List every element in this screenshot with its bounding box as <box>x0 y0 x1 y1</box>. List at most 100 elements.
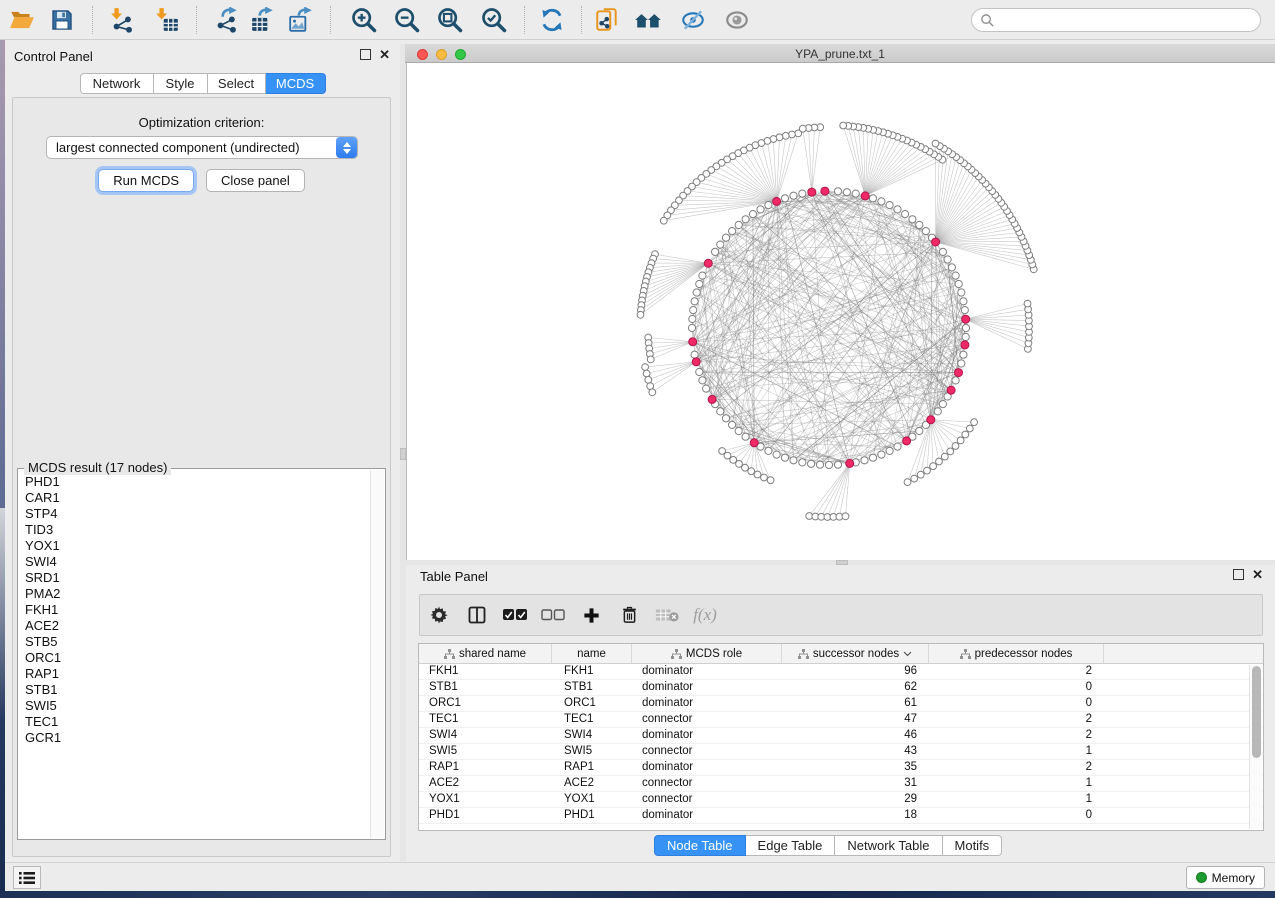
table-row[interactable]: ACE2ACE2connector311 <box>419 776 1263 792</box>
mcds-list-item[interactable]: TID3 <box>19 522 370 538</box>
show-graphics-details-button[interactable] <box>722 5 752 35</box>
mcds-list-item[interactable]: CAR1 <box>19 490 370 506</box>
tab-style[interactable]: Style <box>154 73 208 94</box>
column-header[interactable]: shared name <box>419 644 552 663</box>
open-session-button[interactable] <box>7 5 37 35</box>
eye-icon <box>723 7 751 33</box>
mcds-list-item[interactable]: PMA2 <box>19 586 370 602</box>
column-header[interactable]: successor nodes <box>782 644 929 663</box>
table-row[interactable]: FKH1FKH1dominator962 <box>419 664 1263 680</box>
table-row[interactable]: PHD1PHD1dominator180 <box>419 808 1263 824</box>
float-panel-icon[interactable] <box>360 49 371 60</box>
network-window-titlebar[interactable]: YPA_prune.txt_1 <box>405 44 1275 63</box>
delete-columns-button[interactable] <box>610 605 648 625</box>
table-scrollbar-thumb[interactable] <box>1252 666 1261 758</box>
mcds-result-list[interactable]: PHD1CAR1STP4TID3YOX1SWI4SRD1PMA2FKH1ACE2… <box>19 474 370 838</box>
export-network-button[interactable] <box>212 5 242 35</box>
table-cell: 61 <box>782 696 929 711</box>
zoom-in-button[interactable] <box>349 5 379 35</box>
zoom-selected-button[interactable] <box>479 5 509 35</box>
hide-graphics-details-button[interactable] <box>678 5 708 35</box>
table-cell: SWI4 <box>419 728 552 743</box>
export-table-button[interactable] <box>248 5 278 35</box>
homes-button[interactable] <box>634 5 664 35</box>
tab-network-table[interactable]: Network Table <box>835 835 942 856</box>
mcds-list-item[interactable]: STB1 <box>19 682 370 698</box>
table-row[interactable]: RAP1RAP1dominator352 <box>419 760 1263 776</box>
deselect-all-button[interactable] <box>534 609 572 621</box>
split-panel-button[interactable] <box>458 605 496 625</box>
table-cell: 46 <box>782 728 929 743</box>
table-row[interactable]: YOX1YOX1connector291 <box>419 792 1263 808</box>
function-builder-button[interactable]: f(x) <box>686 605 724 625</box>
mcds-list-item[interactable]: STP4 <box>19 506 370 522</box>
import-network-button[interactable] <box>107 5 137 35</box>
select-all-button[interactable] <box>496 608 534 622</box>
zoom-out-button[interactable] <box>392 5 422 35</box>
network-view-canvas[interactable] <box>406 63 1275 560</box>
close-table-panel-icon[interactable]: ✕ <box>1252 569 1263 580</box>
table-panel-title: Table Panel <box>420 569 488 584</box>
dropdown-stepper-icon <box>336 137 357 158</box>
table-row[interactable]: SWI5SWI5connector431 <box>419 744 1263 760</box>
mcds-list-item[interactable]: GCR1 <box>19 730 370 746</box>
optimization-criterion-dropdown[interactable]: largest connected component (undirected) <box>46 136 358 159</box>
table-cell: connector <box>632 792 782 807</box>
column-header[interactable]: name <box>552 644 632 663</box>
zoom-fit-button[interactable] <box>435 5 465 35</box>
export-image-button[interactable] <box>286 5 316 35</box>
mcds-list-item[interactable]: YOX1 <box>19 538 370 554</box>
mcds-list-item[interactable]: SWI4 <box>19 554 370 570</box>
mcds-list-item[interactable]: RAP1 <box>19 666 370 682</box>
task-history-button[interactable] <box>13 866 41 889</box>
mcds-list-item[interactable]: ACE2 <box>19 618 370 634</box>
tab-select[interactable]: Select <box>208 73 266 94</box>
unchecked-boxes-icon <box>541 609 565 621</box>
search-field[interactable] <box>971 8 1261 32</box>
shared-column-icon <box>671 649 682 659</box>
table-cell: 96 <box>782 664 929 679</box>
network-from-file-button[interactable] <box>592 5 622 35</box>
table-row[interactable]: TEC1TEC1connector472 <box>419 712 1263 728</box>
column-header-label: predecessor nodes <box>975 648 1073 660</box>
tab-motifs[interactable]: Motifs <box>943 835 1003 856</box>
mcds-list-item[interactable]: PHD1 <box>19 474 370 490</box>
mcds-list-item[interactable]: FKH1 <box>19 602 370 618</box>
node-table[interactable]: shared namenameMCDS rolesuccessor nodes p… <box>418 643 1264 831</box>
close-panel-button[interactable]: Close panel <box>206 169 305 192</box>
close-panel-icon[interactable]: ✕ <box>379 49 390 60</box>
add-column-button[interactable] <box>572 606 610 625</box>
tab-edge-table[interactable]: Edge Table <box>746 835 836 856</box>
delete-table-button[interactable] <box>648 607 686 623</box>
table-cell: dominator <box>632 808 782 823</box>
tab-node-table[interactable]: Node Table <box>654 835 746 856</box>
import-table-button[interactable] <box>152 5 182 35</box>
table-row[interactable]: SWI4SWI4dominator462 <box>419 728 1263 744</box>
memory-button[interactable]: Memory <box>1186 866 1265 889</box>
table-row[interactable]: STB1STB1dominator620 <box>419 680 1263 696</box>
column-header[interactable]: predecessor nodes <box>929 644 1104 663</box>
mcds-list-item[interactable]: STB5 <box>19 634 370 650</box>
tab-mcds[interactable]: MCDS <box>266 73 326 94</box>
mcds-list-item[interactable]: SRD1 <box>19 570 370 586</box>
mcds-list-item[interactable]: TEC1 <box>19 714 370 730</box>
node-table-header: shared namenameMCDS rolesuccessor nodes p… <box>419 644 1263 664</box>
table-row[interactable]: ORC1ORC1dominator610 <box>419 696 1263 712</box>
table-settings-button[interactable] <box>420 605 458 625</box>
run-mcds-button[interactable]: Run MCDS <box>98 169 194 192</box>
refresh-view-button[interactable] <box>537 5 567 35</box>
table-cell: TEC1 <box>552 712 632 727</box>
mcds-list-item[interactable]: ORC1 <box>19 650 370 666</box>
table-cell: 2 <box>929 712 1104 727</box>
save-session-button[interactable] <box>47 5 77 35</box>
table-scrollbar[interactable] <box>1249 665 1262 829</box>
mcds-list-scrollbar[interactable] <box>370 470 384 838</box>
table-cell: ACE2 <box>419 776 552 791</box>
toolbar-separator <box>524 6 525 34</box>
column-header[interactable]: MCDS role <box>632 644 782 663</box>
mcds-panel: Optimization criterion: largest connecte… <box>12 97 391 857</box>
search-input[interactable] <box>995 13 1260 27</box>
mcds-list-item[interactable]: SWI5 <box>19 698 370 714</box>
float-table-panel-icon[interactable] <box>1233 569 1244 580</box>
tab-network[interactable]: Network <box>80 73 154 94</box>
